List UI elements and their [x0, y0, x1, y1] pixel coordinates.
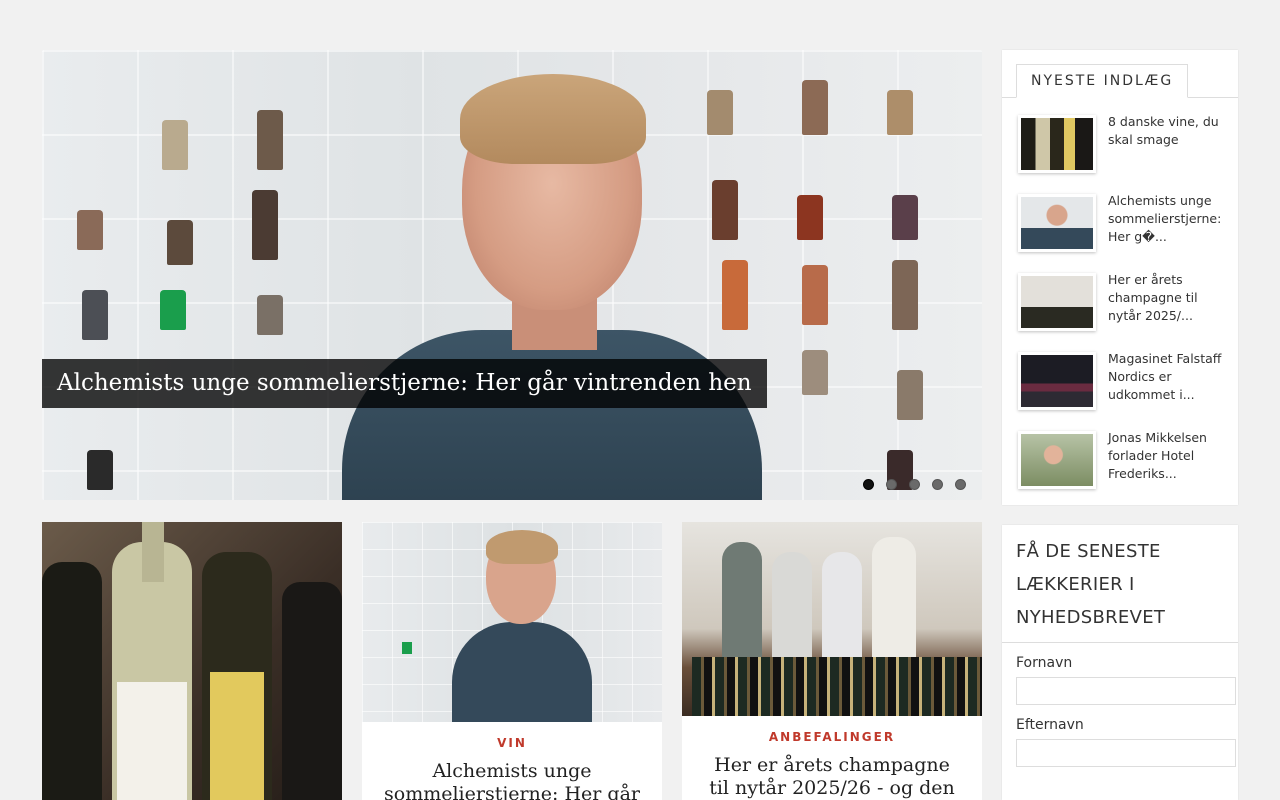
post-thumbnail[interactable]: [1018, 115, 1096, 173]
post-thumbnail[interactable]: [1018, 352, 1096, 410]
post-title[interactable]: Her er årets champagne til nytår 2025/..…: [1108, 271, 1230, 325]
slide-caption[interactable]: Alchemists unge sommelierstjerne: Her gå…: [42, 359, 767, 408]
slider-dot-5[interactable]: [955, 479, 966, 490]
post-title[interactable]: Alchemists unge sommelierstjerne: Her g�…: [1108, 192, 1230, 246]
recent-post-item[interactable]: Jonas Mikkelsen forlader Hotel Frederiks…: [1018, 429, 1230, 493]
article-image[interactable]: [42, 522, 342, 800]
post-thumbnail[interactable]: [1018, 194, 1096, 252]
first-name-field[interactable]: [1016, 677, 1236, 705]
last-name-field[interactable]: [1016, 739, 1236, 767]
article-image[interactable]: [682, 522, 982, 716]
slider-pagination: [863, 479, 966, 490]
article-title[interactable]: Alchemists unge sommelierstjerne: Her gå…: [362, 760, 662, 800]
newsletter-heading: FÅ DE SENESTE LÆKKERIER I NYHEDSBREVET: [1002, 525, 1238, 643]
post-thumbnail[interactable]: [1018, 273, 1096, 331]
article-title[interactable]: Her er årets champagne til nytår 2025/26…: [682, 754, 982, 800]
slide-photo-person: [342, 60, 762, 500]
post-title[interactable]: Jonas Mikkelsen forlader Hotel Frederiks…: [1108, 429, 1230, 483]
article-category[interactable]: ANBEFALINGER: [682, 730, 982, 744]
first-name-label: Fornavn: [1016, 655, 1073, 671]
slider-dot-4[interactable]: [932, 479, 943, 490]
slider-dot-1[interactable]: [863, 479, 874, 490]
post-title[interactable]: Magasinet Falstaff Nordics er udkommet i…: [1108, 350, 1230, 404]
recent-post-item[interactable]: Alchemists unge sommelierstjerne: Her g�…: [1018, 192, 1230, 256]
recent-post-item[interactable]: 8 danske vine, du skal smage: [1018, 113, 1230, 177]
post-thumbnail[interactable]: [1018, 431, 1096, 489]
recent-post-item[interactable]: Magasinet Falstaff Nordics er udkommet i…: [1018, 350, 1230, 414]
tab-recent-posts[interactable]: NYESTE INDLÆG: [1016, 64, 1189, 98]
article-category[interactable]: VIN: [362, 736, 662, 750]
last-name-label: Efternavn: [1016, 717, 1084, 733]
newsletter-widget: FÅ DE SENESTE LÆKKERIER I NYHEDSBREVET F…: [1002, 525, 1238, 800]
article-card-2[interactable]: VIN Alchemists unge sommelierstjerne: He…: [362, 522, 662, 800]
article-image[interactable]: [362, 522, 662, 722]
slider-dot-2[interactable]: [886, 479, 897, 490]
recent-posts-widget: NYESTE INDLÆG 8 danske vine, du skal sma…: [1002, 50, 1238, 505]
article-card-1[interactable]: [42, 522, 342, 800]
slider-dot-3[interactable]: [909, 479, 920, 490]
featured-slider[interactable]: Alchemists unge sommelierstjerne: Her gå…: [42, 50, 982, 500]
widget-tabs: NYESTE INDLÆG: [1002, 50, 1238, 98]
article-card-3[interactable]: ANBEFALINGER Her er årets champagne til …: [682, 522, 982, 800]
recent-post-item[interactable]: Her er årets champagne til nytår 2025/..…: [1018, 271, 1230, 335]
post-title[interactable]: 8 danske vine, du skal smage: [1108, 113, 1230, 149]
